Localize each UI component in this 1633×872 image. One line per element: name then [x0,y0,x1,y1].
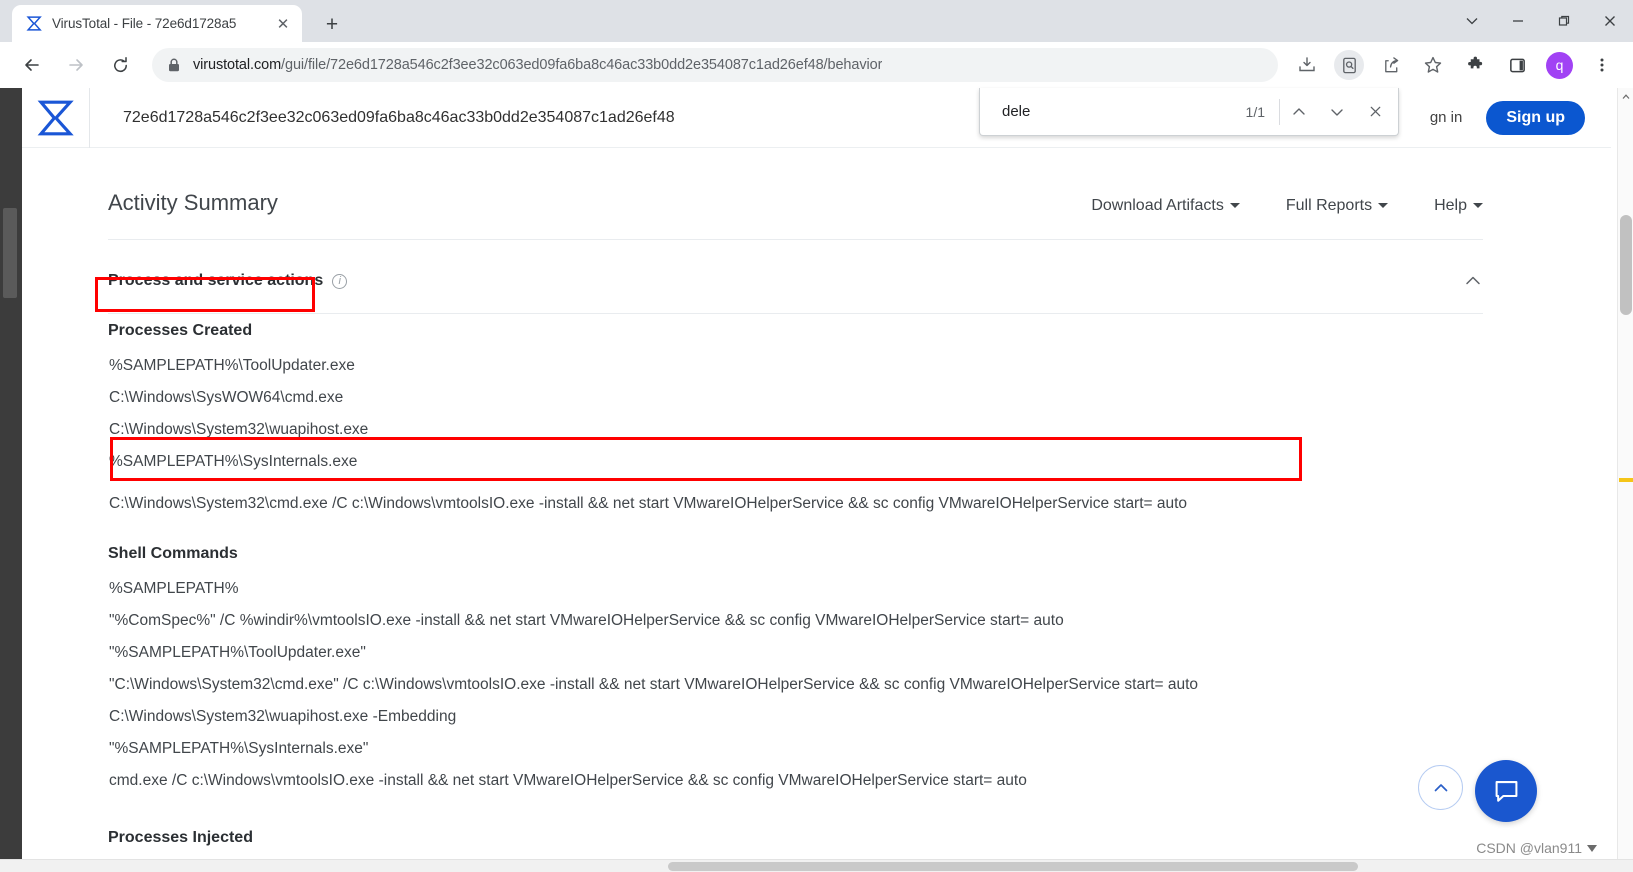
new-tab-button[interactable]: + [318,10,346,38]
bookmark-star-icon[interactable] [1418,50,1448,80]
address-bar[interactable]: virustotal.com/gui/file/72e6d1728a546c2f… [152,48,1278,82]
behavior-content: Activity Summary Download Artifacts Full… [22,148,1611,872]
sign-in-link[interactable]: gn in [1430,109,1463,126]
find-input[interactable] [1000,102,1246,121]
list-item: C:\Windows\System32\wuapihost.exe -Embed… [109,708,457,725]
tab-search-icon[interactable] [1449,0,1495,42]
toolbar-icons: q [1286,50,1623,80]
profile-avatar[interactable]: q [1546,51,1573,79]
section-title: Process and service actions i [108,272,348,290]
download-artifacts-menu[interactable]: Download Artifacts [1091,197,1240,215]
extensions-puzzle-icon[interactable] [1460,50,1490,80]
find-match-count: 1/1 [1245,103,1265,120]
group-title-processes-injected: Processes Injected [108,829,253,846]
list-item: %SAMPLEPATH%\ToolUpdater.exe [109,357,355,374]
back-button[interactable] [15,48,49,82]
devtools-gutter [0,88,22,872]
side-panel-icon[interactable] [1502,50,1532,80]
browser-window: VirusTotal - File - 72e6d1728a5 ✕ + viru… [0,0,1633,872]
actions-body: Processes Created %SAMPLEPATH%\ToolUpdat… [108,316,1568,872]
page-vertical-scrollbar[interactable] [1617,88,1633,872]
page-title: Activity Summary [108,190,278,215]
tab-title: VirusTotal - File - 72e6d1728a5 [52,16,237,31]
list-item: C:\Windows\System32\cmd.exe /C c:\Window… [109,495,1188,512]
help-label: Help [1434,197,1467,214]
window-controls [1449,0,1633,42]
help-menu[interactable]: Help [1434,197,1483,215]
hscrollbar-thumb[interactable] [668,862,1358,871]
url-path: /gui/file/72e6d1728a546c2f3ee32c063ed09f… [281,57,883,73]
scrollbar-thumb[interactable] [1620,215,1632,315]
list-item: C:\Windows\System32\wuapihost.exe [109,421,369,438]
install-app-icon[interactable] [1292,50,1322,80]
section-title-text: Process and service actions [108,272,324,289]
find-in-page-icon[interactable] [1334,50,1364,80]
scrollbar-up-arrow[interactable] [1618,88,1633,105]
find-next-button[interactable] [1318,93,1356,131]
process-and-service-actions-header[interactable]: Process and service actions i [108,271,1483,314]
chevron-down-icon [1229,203,1240,209]
lock-icon [166,58,182,72]
tab-close-icon[interactable]: ✕ [272,13,294,35]
list-item: %SAMPLEPATH% [109,580,239,597]
watermark: CSDN @vlan911 [1476,840,1597,856]
page-viewport: 72e6d1728a546c2f3ee32c063ed09fa6ba8c46ac… [0,88,1633,872]
list-item: cmd.exe /C c:\Windows\vmtoolsIO.exe -ins… [109,772,1027,789]
browser-chrome: VirusTotal - File - 72e6d1728a5 ✕ + viru… [0,0,1633,88]
gutter-scroll-thumb[interactable] [3,208,17,298]
chat-bubble-icon[interactable] [1475,760,1537,822]
address-bar-url: virustotal.com/gui/file/72e6d1728a546c2f… [193,57,882,73]
triangle-down-icon [1587,845,1597,852]
find-in-page-bar: 1/1 [979,88,1399,136]
list-item: C:\Windows\SysWOW64\cmd.exe [109,389,344,406]
group-title-shell-commands: Shell Commands [108,545,238,562]
tab-strip: VirusTotal - File - 72e6d1728a5 ✕ + [0,0,1633,42]
find-previous-button[interactable] [1280,93,1318,131]
chevron-down-icon [1378,203,1389,209]
scroll-to-top-button[interactable] [1418,765,1463,810]
forward-button[interactable] [59,48,93,82]
url-domain: virustotal.com [193,57,282,73]
download-artifacts-label: Download Artifacts [1091,197,1224,214]
page-horizontal-scrollbar[interactable] [0,859,1633,872]
chevron-down-icon [1473,203,1483,209]
find-close-button[interactable] [1356,93,1394,131]
list-item: "%SAMPLEPATH%\ToolUpdater.exe" [109,644,366,661]
window-close-icon[interactable] [1587,0,1633,42]
restore-icon[interactable] [1541,0,1587,42]
find-match-marker [1619,478,1633,482]
virustotal-sigma-icon [25,15,43,33]
list-item: "%SAMPLEPATH%\SysInternals.exe" [109,740,369,757]
collapse-section-icon[interactable] [1463,271,1483,291]
browser-tab[interactable]: VirusTotal - File - 72e6d1728a5 ✕ [12,5,302,42]
browser-toolbar: virustotal.com/gui/file/72e6d1728a546c2f… [0,42,1633,88]
full-reports-menu[interactable]: Full Reports [1285,197,1389,215]
activity-summary-header: Activity Summary Download Artifacts Full… [108,190,1483,240]
virustotal-logo-icon[interactable] [22,88,90,148]
info-icon[interactable]: i [332,274,348,289]
watermark-text: CSDN @vlan911 [1476,840,1582,856]
list-item: "%ComSpec%" /C %windir%\vmtoolsIO.exe -i… [109,612,1064,629]
list-item: "C:\Windows\System32\cmd.exe" /C c:\Wind… [109,676,1199,693]
minimize-icon[interactable] [1495,0,1541,42]
reload-button[interactable] [103,48,137,82]
list-item: %SAMPLEPATH%\SysInternals.exe [109,453,358,470]
chrome-menu-icon[interactable] [1587,50,1617,80]
group-title-processes-created: Processes Created [108,322,253,339]
header-actions: Download Artifacts Full Reports Help [1045,197,1483,215]
sign-up-button[interactable]: Sign up [1486,100,1585,135]
full-reports-label: Full Reports [1285,197,1373,214]
share-icon[interactable] [1376,50,1406,80]
